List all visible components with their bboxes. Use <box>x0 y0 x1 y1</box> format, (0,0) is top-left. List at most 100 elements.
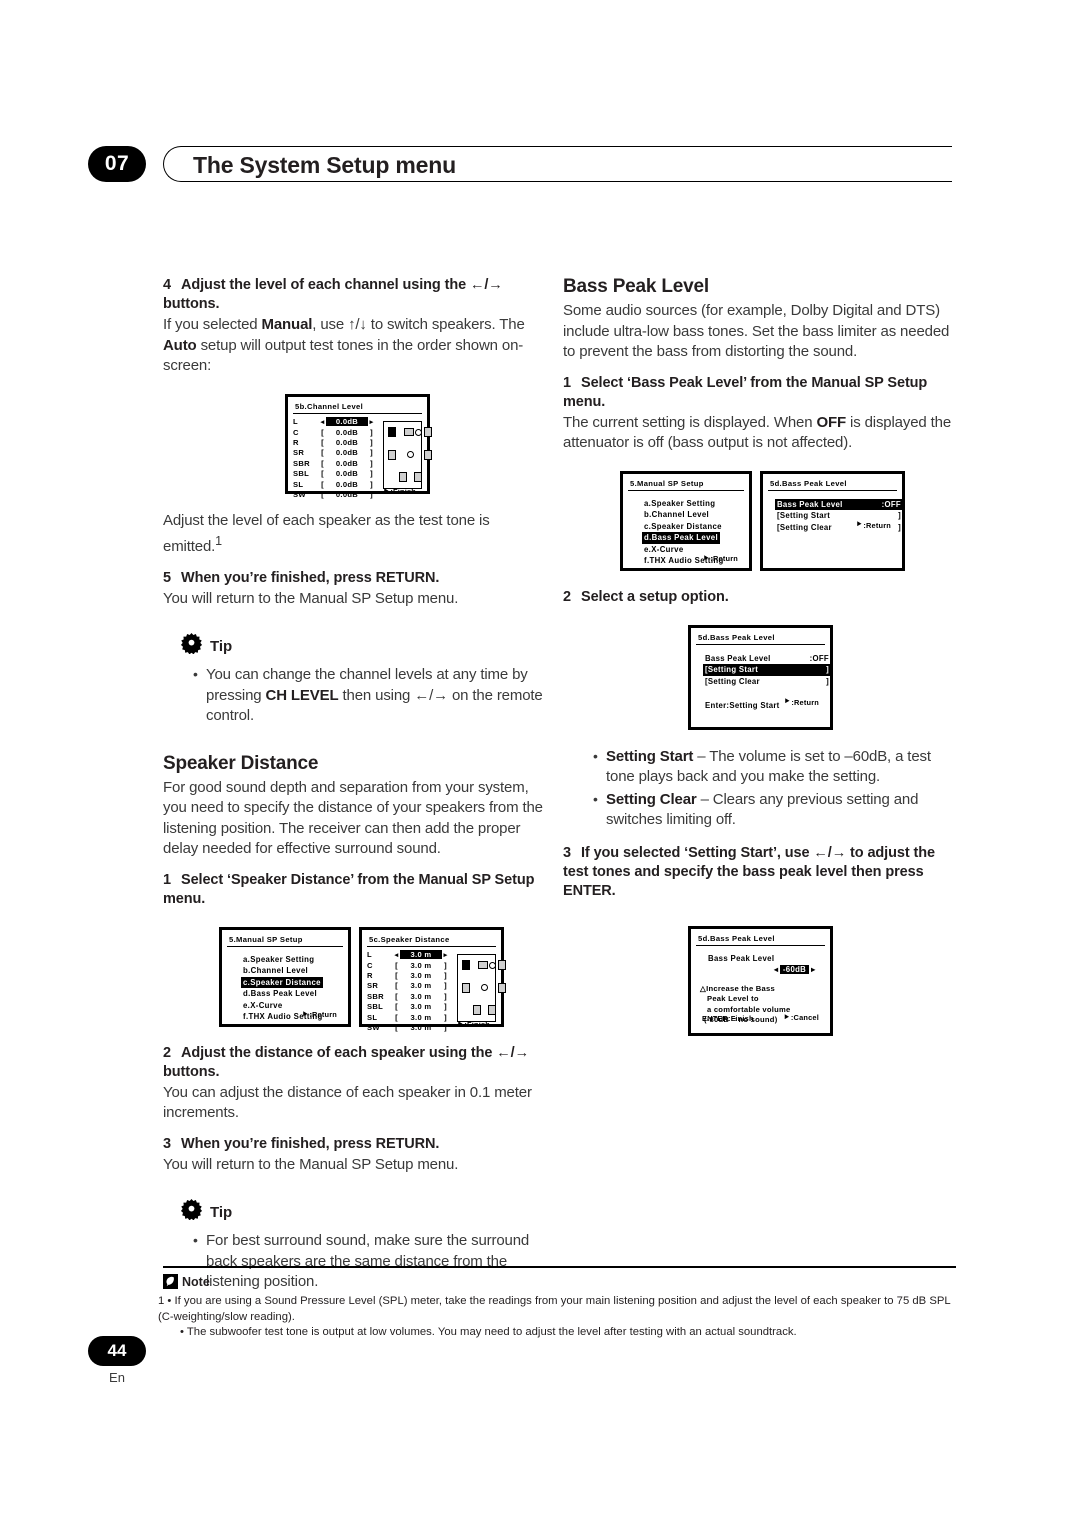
list-item: You can change the channel levels at any… <box>193 664 548 727</box>
bracket-close: ] <box>370 458 373 468</box>
bracket-open: [ <box>395 1002 398 1012</box>
setting-start-row[interactable]: [Setting Start ] <box>703 664 831 676</box>
footnote-marker: 1 <box>215 534 222 548</box>
row-value: ] <box>826 665 829 674</box>
menu-item-speaker-distance[interactable]: c.Speaker Distance <box>241 976 323 988</box>
menu-item-channel-level[interactable]: b.Channel Level <box>642 509 711 521</box>
table-row[interactable]: C [ 0.0dB ] <box>293 427 375 437</box>
left-arrow-icon[interactable]: ◂ <box>774 965 778 974</box>
table-row[interactable]: SR [ 3.0 m ] <box>367 981 449 991</box>
chapter-badge: 07 <box>88 146 146 182</box>
distance-value: 3.0 m <box>410 970 432 980</box>
menu-row: b.Channel Level <box>241 965 343 977</box>
osd-title: 5c.Speaker Distance <box>367 934 496 947</box>
bracket-open: [ <box>321 469 324 479</box>
table-row[interactable]: SL [ 0.0dB ] <box>293 479 375 489</box>
osd-footer-return: ⯈:Return <box>784 697 819 707</box>
speaker-icon-left <box>462 959 470 970</box>
sd-step-1-heading: 1 Select ‘Speaker Distance’ from the Manu… <box>163 871 548 909</box>
bracket-close: ] <box>444 970 447 980</box>
table-row[interactable]: L ◂ 3.0 m ▸ <box>367 950 449 960</box>
osd-row-bass-peak-3: 5d.Bass Peak Level Bass Peak Level ◂ -60… <box>688 925 959 1036</box>
sd-step-2-number: 2 <box>163 1044 171 1061</box>
menu-item-x-curve[interactable]: e.X-Curve <box>642 544 686 556</box>
osd-footer-finish: ⯈:Finish <box>457 1020 490 1030</box>
osd-body: a.Speaker Setting b.Channel Level c.Spea… <box>628 494 744 567</box>
channel-name: SL <box>293 479 304 489</box>
row-value: :OFF <box>881 499 901 509</box>
menu-item-bass-peak-level[interactable]: d.Bass Peak Level <box>241 988 319 1000</box>
table-row[interactable]: SBR [ 0.0dB ] <box>293 458 375 468</box>
table-row[interactable]: R [ 0.0dB ] <box>293 437 375 447</box>
menu-row: a.Speaker Setting <box>642 498 744 510</box>
return-glyph-icon: ⯈ <box>783 1012 790 1022</box>
osd-channel-level: 5b.Channel Level L ◂ 0.0dB ▸ C [0.0dB]… <box>285 393 432 499</box>
page-title: The System Setup menu <box>193 152 456 178</box>
setting-clear-label: Setting Clear <box>606 790 697 808</box>
setting-start-label: Setting Start <box>606 747 694 765</box>
sd-step-3-text: When you’re finished, press RETURN. <box>181 1135 440 1152</box>
step-4-number: 4 <box>163 277 171 293</box>
bpl-step-3-heading: 3 If you selected ‘Setting Start’, use ←/… <box>563 844 959 901</box>
distance-value: 3.0 m <box>400 950 442 960</box>
osd-body: L ◂ 0.0dB ▸ C [ 0.0dB ] R [0.0dB] SR [… <box>293 417 432 500</box>
menu-item-bass-peak-level[interactable]: d.Bass Peak Level <box>642 532 720 544</box>
tip-list-2: For best surround sound, make sure the s… <box>163 1230 548 1293</box>
menu-item-speaker-setting[interactable]: a.Speaker Setting <box>642 498 717 510</box>
table-row[interactable]: C [ 3.0 m ] <box>367 960 449 970</box>
speaker-distance-title: Speaker Distance <box>163 752 319 774</box>
table-row[interactable]: SL [ 3.0 m ] <box>367 1012 449 1022</box>
table-row[interactable]: SW [ 3.0 m ] <box>367 1022 449 1032</box>
bass-peak-level-row[interactable]: Bass Peak Level :OFF <box>703 653 831 665</box>
osd-body: Bass Peak Level ◂ -60dB ▸ △Increase the … <box>696 949 825 1026</box>
right-arrow-icon[interactable]: ▸ <box>811 965 815 974</box>
table-row[interactable]: SW [ 0.0dB ] <box>293 489 375 499</box>
osd-body: Bass Peak Level :OFF [Setting Start ] [S… <box>768 494 903 534</box>
menu-item-channel-level[interactable]: b.Channel Level <box>241 965 310 977</box>
bpl-step-2-number: 2 <box>563 588 571 605</box>
sd-step-3-number: 3 <box>163 1135 171 1152</box>
bass-peak-level-row[interactable]: Bass Peak Level :OFF <box>775 498 903 510</box>
tip-heading-2: Tip <box>180 1199 548 1225</box>
menu-item-speaker-setting[interactable]: a.Speaker Setting <box>241 954 316 966</box>
bpl-step-3-number: 3 <box>563 844 571 861</box>
row-value: ] <box>898 522 901 532</box>
osd-bass-peak-level-1: 5d.Bass Peak Level Bass Peak Level :OFF … <box>760 470 905 571</box>
table-row[interactable]: SBL [ 0.0dB ] <box>293 468 375 478</box>
osd-footer-label: :Return <box>791 697 819 707</box>
osd-body: Bass Peak Level :OFF [Setting Start ] [S… <box>696 648 831 710</box>
step-4-body: If you selected Manual, use ↑/↓ to switc… <box>163 315 548 377</box>
table-row[interactable]: SR [ 0.0dB ] <box>293 448 375 458</box>
note-label: Note <box>182 1274 210 1289</box>
sd-step-2-text: Adjust the distance of each speaker usin… <box>163 1044 530 1080</box>
table-row[interactable]: L ◂ 0.0dB ▸ <box>293 417 375 427</box>
menu-item-x-curve[interactable]: e.X-Curve <box>241 1000 285 1012</box>
channel-name: C <box>367 960 373 970</box>
table-row[interactable]: R [ 3.0 m ] <box>367 970 449 980</box>
row-label: [Setting Clear <box>777 522 832 532</box>
channel-name: SBL <box>367 1002 384 1012</box>
channel-value: 0.0dB <box>335 437 359 447</box>
speaker-icon-surround-right <box>498 982 506 993</box>
bracket-close: ] <box>370 427 373 437</box>
speaker-layout-diagram <box>383 420 432 489</box>
channel-name: R <box>367 970 373 980</box>
channel-name: SL <box>367 1012 378 1022</box>
menu-item-speaker-distance[interactable]: c.Speaker Distance <box>642 521 724 533</box>
osd-footer-enter-finish: ENTER:Finish <box>702 1013 754 1023</box>
after-screen-text: Adjust the level of each speaker as the … <box>163 511 490 556</box>
bracket-open: [ <box>321 489 324 499</box>
off-keyword: OFF <box>816 413 846 431</box>
menu-row: c.Speaker Distance <box>642 521 744 533</box>
bracket-close: ] <box>444 1022 447 1032</box>
table-row[interactable]: SBL [ 3.0 m ] <box>367 1001 449 1011</box>
bracket-open: [ <box>321 458 324 468</box>
bracket-close: ] <box>444 960 447 970</box>
list-item-setting-clear: Setting Clear – Clears any previous sett… <box>593 789 959 831</box>
setting-clear-row[interactable]: [Setting Clear ] <box>703 676 831 688</box>
table-row[interactable]: SBR [ 3.0 m ] <box>367 991 449 1001</box>
note-item-1: 1 • If you are using a Sound Pressure Le… <box>158 1295 951 1323</box>
channel-value: 0.0dB <box>326 417 368 427</box>
bass-peak-level-adjuster[interactable]: ◂ -60dB ▸ <box>696 963 825 974</box>
speaker-icon-center <box>404 427 414 436</box>
